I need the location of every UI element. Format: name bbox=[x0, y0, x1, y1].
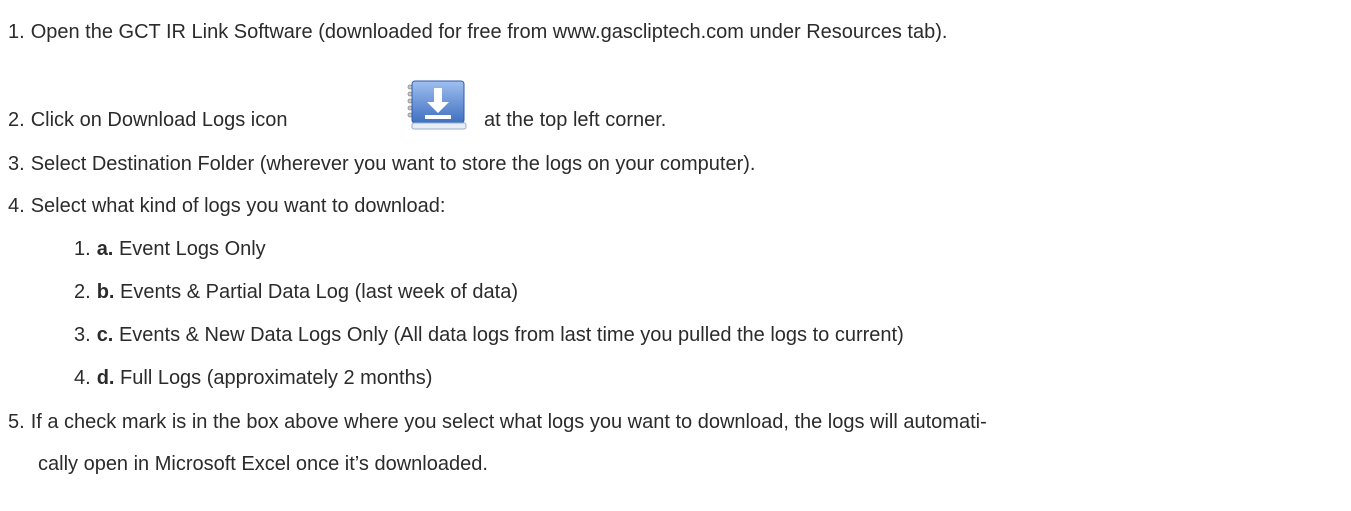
step-number: 4. bbox=[8, 195, 25, 217]
substep-a: 1. a. Event Logs Only bbox=[74, 237, 266, 261]
step-text: Open the GCT IR Link Software (downloade… bbox=[30, 21, 948, 43]
step-number: 3. bbox=[8, 153, 25, 175]
substep-text: Event Logs Only bbox=[118, 238, 266, 260]
substep-letter: d. bbox=[96, 367, 115, 389]
substep-letter: b. bbox=[96, 281, 115, 303]
substep-c: 3. c. Events & New Data Logs Only (All da… bbox=[74, 323, 904, 347]
substep-text: Events & New Data Logs Only (All data lo… bbox=[118, 324, 904, 346]
substep-number: 1. bbox=[74, 238, 91, 260]
step-text: If a check mark is in the box above wher… bbox=[30, 411, 987, 433]
step-5-continued: cally open in Microsoft Excel once it’s … bbox=[38, 452, 488, 476]
substep-number: 2. bbox=[74, 281, 91, 303]
step-3: 3. Select Destination Folder (wherever yo… bbox=[8, 152, 755, 176]
step-number: 5. bbox=[8, 411, 25, 433]
step-text: cally open in Microsoft Excel once it’s … bbox=[38, 453, 488, 475]
step-4: 4. Select what kind of logs you want to d… bbox=[8, 194, 445, 218]
step-text: Select Destination Folder (wherever you … bbox=[30, 153, 756, 175]
step-5: 5. If a check mark is in the box above wh… bbox=[8, 410, 987, 434]
substep-number: 3. bbox=[74, 324, 91, 346]
instructions-document: 1. Open the GCT IR Link Software (downloa… bbox=[0, 0, 1351, 511]
step-text: Click on Download Logs icon bbox=[30, 109, 288, 131]
substep-d: 4. d. Full Logs (approximately 2 months) bbox=[74, 366, 432, 390]
step-2: 2. Click on Download Logs icon bbox=[8, 108, 288, 132]
substep-b: 2. b. Events & Partial Data Log (last wee… bbox=[74, 280, 518, 304]
substep-text: Events & Partial Data Log (last week of … bbox=[120, 281, 519, 303]
substep-letter: c. bbox=[96, 324, 114, 346]
substep-text: Full Logs (approximately 2 months) bbox=[120, 367, 433, 389]
step-number: 1. bbox=[8, 21, 25, 43]
step-text: Select what kind of logs you want to dow… bbox=[30, 195, 446, 217]
download-logs-icon bbox=[404, 79, 468, 135]
substep-number: 4. bbox=[74, 367, 91, 389]
substep-letter: a. bbox=[96, 238, 114, 260]
step-2-continued: at the top left corner. bbox=[484, 108, 666, 132]
step-text: at the top left corner. bbox=[484, 109, 667, 131]
step-number: 2. bbox=[8, 109, 25, 131]
step-1: 1. Open the GCT IR Link Software (downloa… bbox=[8, 20, 947, 44]
